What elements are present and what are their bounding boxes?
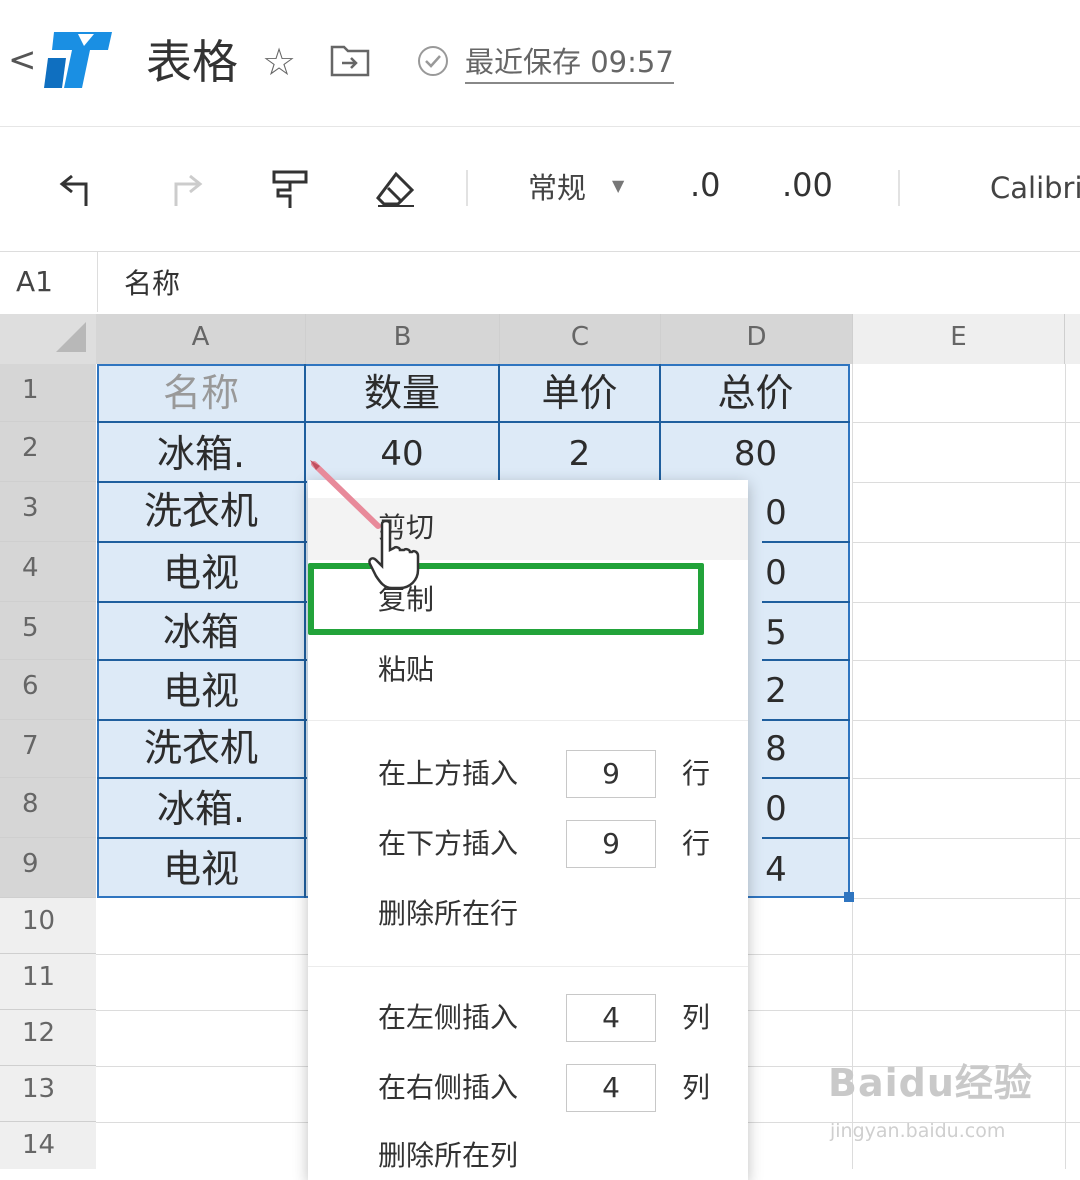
grid-line	[853, 778, 1080, 779]
cell-a4[interactable]: 电视	[97, 542, 305, 602]
column-header-b[interactable]: B	[306, 314, 500, 364]
cell-a8[interactable]: 冰箱.	[97, 778, 305, 838]
cell-a3[interactable]: 洗衣机	[97, 482, 305, 542]
document-title[interactable]: 表格	[146, 32, 238, 92]
watermark-logo: Baidu经验	[828, 1061, 1033, 1105]
grid-line	[852, 364, 853, 1169]
insert-below-count-input[interactable]: 9	[566, 820, 656, 868]
cell-d5[interactable]: 5	[764, 602, 788, 660]
chevron-down-icon[interactable]: ▼	[612, 176, 624, 195]
row-header-10[interactable]: 10	[0, 898, 96, 954]
row-header-7[interactable]: 7	[0, 720, 96, 778]
cell-b1[interactable]: 数量	[306, 366, 498, 422]
decrease-decimal-button[interactable]: .0	[690, 166, 721, 204]
grid-line	[1065, 364, 1066, 1169]
saved-check-icon	[418, 46, 448, 76]
row-header-6[interactable]: 6	[0, 660, 96, 720]
column-unit-label: 列	[682, 1071, 711, 1104]
cell-a6[interactable]: 电视	[97, 660, 305, 720]
insert-left-count-input[interactable]: 4	[566, 994, 656, 1042]
cell-d1[interactable]: 总价	[661, 366, 850, 422]
cell-a5[interactable]: 冰箱	[97, 602, 305, 660]
row-header-13[interactable]: 13	[0, 1066, 96, 1122]
last-saved-status[interactable]: 最近保存 09:57	[465, 42, 674, 84]
grid-line	[853, 838, 1080, 839]
menu-item-paste[interactable]: 粘贴	[378, 650, 434, 690]
format-painter-icon[interactable]	[270, 168, 310, 212]
menu-item-delete-column[interactable]: 删除所在列	[378, 1136, 518, 1176]
cell-a2[interactable]: 冰箱.	[97, 424, 305, 482]
menu-item-insert-below[interactable]: 在下方插入	[378, 824, 518, 864]
menu-item-delete-row[interactable]: 删除所在行	[378, 894, 518, 934]
grid-line	[853, 542, 1080, 543]
toolbar-divider	[466, 170, 468, 206]
column-header-a[interactable]: A	[96, 314, 306, 364]
grid-line	[853, 720, 1080, 721]
row-header-11[interactable]: 11	[0, 954, 96, 1010]
column-header-e[interactable]: E	[853, 314, 1065, 364]
grid-line	[853, 660, 1080, 661]
row-header-5[interactable]: 5	[0, 602, 96, 660]
cell-d7[interactable]: 8	[764, 720, 788, 778]
increase-decimal-button[interactable]: .00	[782, 166, 833, 204]
star-icon[interactable]: ☆	[262, 42, 296, 82]
menu-divider	[308, 966, 748, 967]
cell-d3[interactable]: 0	[764, 482, 788, 542]
row-header-12[interactable]: 12	[0, 1010, 96, 1066]
insert-above-count-input[interactable]: 9	[566, 750, 656, 798]
clear-format-eraser-icon[interactable]	[374, 168, 418, 212]
grid-line	[853, 422, 1080, 423]
number-format-select[interactable]: 常规	[528, 168, 586, 208]
insert-right-count-input[interactable]: 4	[566, 1064, 656, 1112]
row-header-3[interactable]: 3	[0, 482, 96, 542]
cell-a9[interactable]: 电视	[97, 838, 305, 898]
row-unit-label: 行	[682, 757, 711, 790]
row-header-4[interactable]: 4	[0, 542, 96, 602]
grid-line	[853, 602, 1080, 603]
row-unit-label: 行	[682, 827, 711, 860]
cell-a1[interactable]: 名称	[97, 366, 305, 422]
formula-input[interactable]: 名称	[124, 262, 180, 302]
cell-c1[interactable]: 单价	[500, 366, 659, 422]
redo-icon[interactable]	[164, 170, 204, 210]
cell-d9[interactable]: 4	[764, 838, 788, 898]
move-to-folder-icon[interactable]	[330, 43, 370, 77]
column-header-c[interactable]: C	[500, 314, 661, 364]
hand-cursor-icon	[368, 520, 420, 590]
cell-a7[interactable]: 洗衣机	[97, 720, 305, 778]
grid-line	[853, 482, 1080, 483]
app-logo-icon[interactable]	[44, 28, 114, 92]
select-all-triangle-icon[interactable]	[56, 322, 86, 352]
undo-icon[interactable]	[58, 170, 98, 210]
row-header-1[interactable]: 1	[0, 364, 96, 422]
font-family-select[interactable]: Calibri	[990, 168, 1080, 208]
formula-bar-divider	[97, 252, 98, 312]
menu-item-insert-right[interactable]: 在右侧插入	[378, 1068, 518, 1108]
grid-line	[853, 898, 1080, 899]
menu-divider	[308, 720, 748, 721]
watermark-url: jingyan.baidu.com	[830, 1120, 1006, 1142]
column-header-f[interactable]	[1065, 314, 1080, 364]
menu-item-insert-above[interactable]: 在上方插入	[378, 754, 518, 794]
cell-d6[interactable]: 2	[764, 660, 788, 720]
column-unit-label: 列	[682, 1001, 711, 1034]
column-header-d[interactable]: D	[661, 314, 853, 364]
fill-handle[interactable]	[844, 892, 854, 902]
cell-c2[interactable]: 2	[500, 424, 659, 482]
row-header-14[interactable]: 14	[0, 1122, 96, 1169]
cell-reference-box[interactable]: A1	[16, 265, 53, 298]
cell-d2[interactable]: 80	[661, 424, 850, 482]
row-header-8[interactable]: 8	[0, 778, 96, 838]
menu-item-insert-left[interactable]: 在左侧插入	[378, 998, 518, 1038]
toolbar-divider	[898, 170, 900, 206]
back-icon[interactable]: <	[8, 40, 37, 80]
row-header-9[interactable]: 9	[0, 838, 96, 898]
cell-d8[interactable]: 0	[764, 778, 788, 838]
row-header-2[interactable]: 2	[0, 422, 96, 482]
cell-d4[interactable]: 0	[764, 542, 788, 602]
